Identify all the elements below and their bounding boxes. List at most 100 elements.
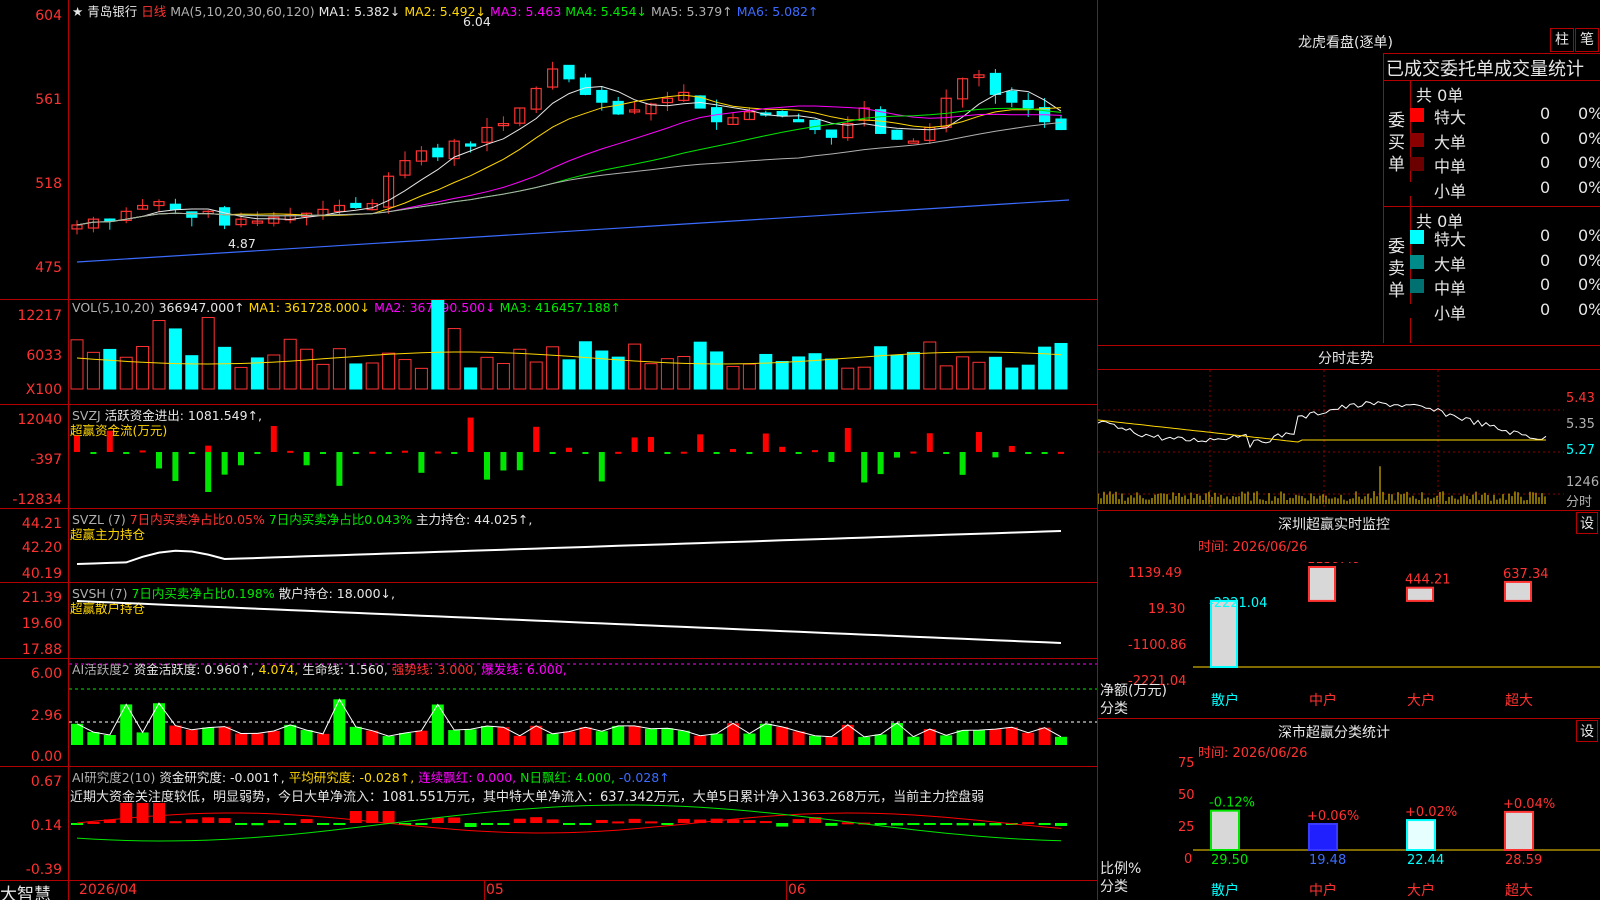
ai-activity-chart[interactable]: [69, 659, 1097, 766]
activity-bar: [694, 735, 707, 745]
research-bar: [759, 821, 772, 824]
research-bar: [612, 821, 625, 824]
research-bar: [87, 821, 100, 824]
row-label: 小单: [1434, 181, 1467, 201]
intraday-tick: 12463: [1566, 475, 1600, 490]
bar-view-button[interactable]: 柱: [1550, 28, 1574, 52]
fund-flow-bar: [287, 450, 294, 453]
activity-bar: [169, 725, 182, 745]
volume-bar: [923, 341, 937, 390]
classify-xlabel: 分类: [1100, 879, 1128, 895]
volume-bar: [1054, 342, 1068, 390]
activity-bar: [300, 730, 313, 745]
research-bar: [661, 823, 674, 825]
monitor-category-label: 散户: [1211, 692, 1239, 709]
buy-side-label: 委买单: [1388, 111, 1405, 175]
classify-bar-chart[interactable]: -0.12% 29.50 散户 +0.06% 19.48 中户 +0.02% 22.44 大户 +…: [1193, 750, 1600, 900]
research-bar: [235, 823, 247, 825]
volume-bar: [103, 348, 117, 390]
research-bar: [907, 823, 920, 825]
fund-flow-bar: [910, 451, 917, 454]
monitor-bar-label: 637.34: [1503, 567, 1549, 582]
candle-body: [891, 129, 903, 140]
classify-change-label: +0.06%: [1307, 809, 1359, 824]
candlestick-chart[interactable]: [69, 0, 1097, 299]
classify-settings-button[interactable]: 设: [1576, 720, 1598, 742]
fund-flow-bar: [484, 452, 490, 480]
ai-research-tick: -0.39: [25, 862, 62, 878]
research-bar: [218, 818, 231, 823]
ai-research-chart[interactable]: [69, 767, 1097, 880]
research-bar: [645, 821, 657, 824]
activity-bar: [267, 730, 280, 745]
sell-row-0: 特大 0 0%: [1410, 226, 1600, 250]
row-volume: 0: [1540, 128, 1551, 148]
research-bar: [267, 820, 280, 823]
sell-side-label: 委卖单: [1388, 237, 1405, 301]
fund-flow-bar: [139, 450, 146, 453]
volume-bar: [857, 366, 871, 390]
monitor-bar-chart[interactable]: -2221.04 散户 1139.49 中户 444.21 大户 637.34 超大: [1193, 562, 1600, 718]
fund-flow-bar: [90, 452, 97, 454]
fund-flow-bar: [533, 426, 540, 452]
research-bar: [415, 823, 428, 825]
svzj-tick: -397: [30, 452, 62, 468]
fund-flow-bar: [582, 452, 589, 454]
row-label: 大单: [1434, 254, 1467, 274]
candle-body: [907, 140, 920, 144]
brand-logo: 大智慧: [0, 885, 51, 900]
svsh-tick: 21.39: [21, 590, 62, 606]
fund-flow-bar: [992, 452, 999, 458]
chart-area[interactable]: ★ 青岛银行 日线 MA(5,10,20,30,60,120) MA1: 5.3…: [0, 0, 1098, 900]
tick-view-button[interactable]: 笔: [1575, 28, 1599, 52]
candle-body: [1055, 118, 1067, 131]
activity-bar: [661, 728, 674, 745]
classify-category-label: 散户: [1211, 882, 1239, 899]
fund-flow-bar: [730, 448, 736, 452]
activity-bar: [481, 725, 493, 745]
research-bar: [743, 820, 756, 823]
candle-body: [989, 72, 1002, 95]
activity-bar: [1005, 727, 1018, 745]
volume-bar: [956, 356, 970, 390]
vol-tick: X100: [25, 382, 62, 398]
fund-flow-bar: [713, 452, 720, 454]
svsh-tick: 19.60: [21, 616, 62, 632]
intraday-title: 分时走势: [1318, 351, 1374, 367]
monitor-bar: [1406, 586, 1434, 602]
activity-bar: [825, 736, 838, 745]
monitor-category-label: 大户: [1407, 692, 1435, 709]
classify-value-label: 22.44: [1407, 853, 1444, 868]
volume-bar: [365, 362, 379, 390]
intraday-chart[interactable]: [1098, 370, 1564, 508]
time-tick: 05: [486, 882, 504, 898]
row-percent: 0%: [1578, 153, 1600, 172]
lhkp-header: 已成交委托单成交量统计: [1386, 59, 1584, 80]
fund-flow-bar: [631, 437, 638, 452]
volume-bar: [70, 339, 84, 390]
row-label: 小单: [1434, 303, 1467, 323]
row-volume: 0: [1540, 275, 1551, 294]
classify-category-label: 超大: [1505, 883, 1533, 899]
volume-bar: [136, 345, 150, 390]
volume-bar: [283, 338, 297, 390]
monitor-settings-button[interactable]: 设: [1576, 512, 1598, 534]
fund-flow-bar: [877, 452, 884, 475]
fund-flow-bar: [205, 452, 212, 492]
svzl-chart[interactable]: [69, 509, 1097, 582]
fund-flow-bar: [844, 427, 851, 452]
activity-bar: [792, 731, 805, 745]
volume-chart[interactable]: [69, 300, 1097, 404]
research-bar: [448, 817, 461, 823]
price-tick: 561: [35, 92, 62, 108]
activity-bar: [382, 736, 395, 745]
fund-flow-bar: [959, 452, 966, 475]
volume-bar: [546, 346, 560, 390]
intraday-panel[interactable]: 分时走势 5.43 5.35 5.27 12463 分时: [1098, 345, 1600, 510]
research-bar: [317, 823, 329, 825]
svsh-chart[interactable]: [69, 583, 1097, 658]
high-price-marker: 6.04: [463, 14, 491, 29]
svzj-chart[interactable]: [69, 405, 1097, 508]
activity-bar: [809, 735, 821, 745]
activity-bar: [218, 726, 231, 745]
